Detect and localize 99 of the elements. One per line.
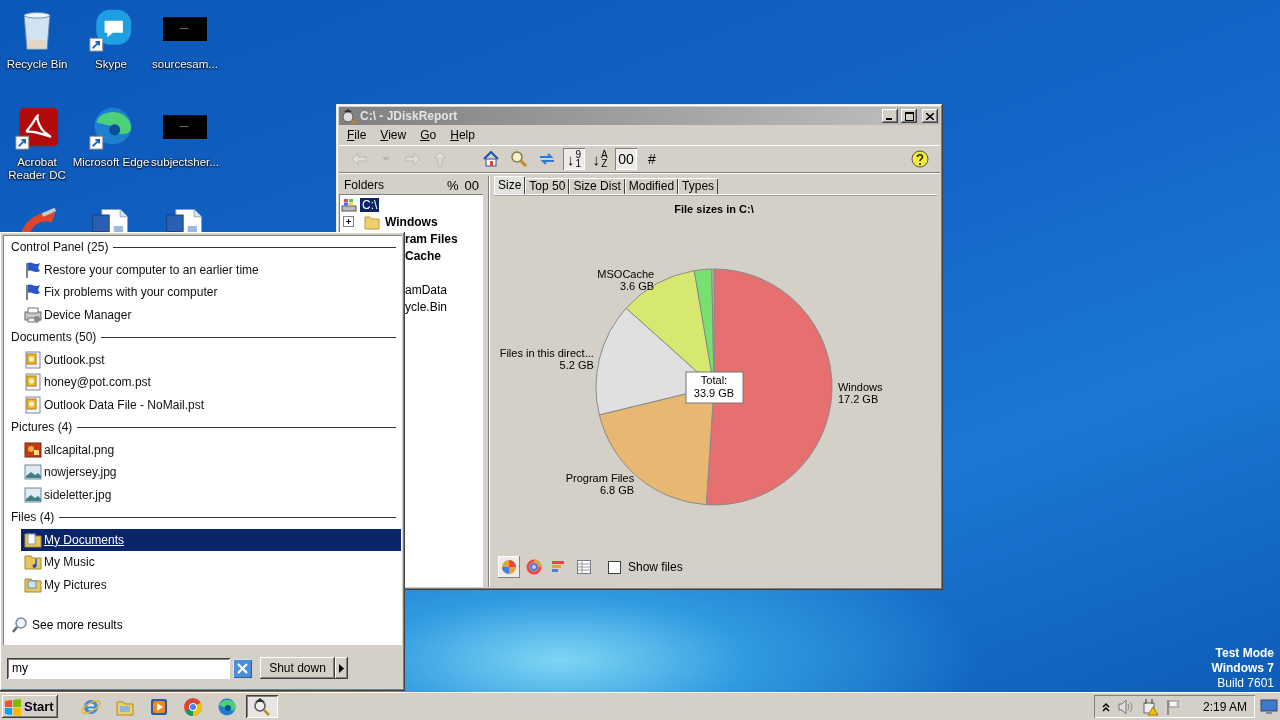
play-icon[interactable] [148,696,169,717]
search-result[interactable]: sideletter.jpg [21,483,401,506]
search-result[interactable]: Restore your computer to an earlier time [21,258,401,281]
tree-item[interactable]: amData [405,282,448,297]
tree-item[interactable]: C:\ [360,197,380,212]
search-result[interactable]: My Music [21,551,401,574]
tree-item[interactable]: Windows [385,214,438,229]
drive-icon [341,196,357,213]
file-icon [24,350,42,369]
checkbox-label[interactable]: Show files [628,560,683,574]
app-icon [341,108,357,124]
group-header: Control Panel (25) [11,240,109,255]
flag-icon[interactable] [1164,698,1181,715]
tree-item[interactable]: Cache [405,248,442,263]
search-result[interactable]: Fix problems with your computer [21,281,401,304]
file-icon [24,395,42,414]
tab[interactable]: Size Dist [569,178,625,194]
see-more-link[interactable]: See more results [3,614,402,636]
folder-icon [364,213,380,230]
expand-icon[interactable] [343,216,354,227]
panel-toggle[interactable]: 00 [464,177,479,193]
search-result[interactable]: nowjersey.jpg [21,461,401,484]
clock[interactable]: 2:19 AM [1202,699,1247,714]
menu-item[interactable]: Go [414,126,443,144]
test-mode-text: Test Mode [1215,646,1274,661]
flag-icon [24,260,42,279]
image-file-icon [24,440,42,459]
search-result[interactable]: My Documents [21,528,401,551]
group-header: Files (4) [11,510,55,525]
group-header: Documents (50) [11,330,97,345]
search-result[interactable]: My Pictures [21,573,401,596]
shutdown-button[interactable]: Shut down [260,657,335,679]
toolbar-button[interactable]: 00 [615,148,637,170]
clear-icon [237,662,248,674]
window-title: C:\ - JDiskReport [360,109,459,123]
tab[interactable]: Types [678,178,719,194]
shutdown-options-button[interactable] [335,657,348,679]
swirl-icon[interactable] [89,106,133,150]
close-icon [926,112,934,120]
chevron-up-icon[interactable] [1100,700,1111,713]
taskbar-button[interactable] [245,695,278,718]
file-icon [24,373,42,392]
search-result[interactable]: honey@pot.com.pst [21,371,401,394]
group-header: Pictures (4) [11,420,73,435]
search-result[interactable]: Outlook Data File - NoMail.pst [21,393,401,416]
slice-label: Windows 17.2 GB [837,381,883,405]
flag-icon [24,283,42,302]
panel-toggle[interactable]: % [446,177,459,193]
menu-item[interactable]: Help [444,126,481,144]
chat-app-icon[interactable] [89,8,133,52]
network-warning-icon[interactable] [1140,697,1159,716]
slice-label: Program Files 6.8 GB [565,471,635,496]
start-button[interactable]: Start [2,695,58,718]
icon-label[interactable]: sourcesam... [152,58,218,71]
image-file-icon [24,463,42,482]
icon-label[interactable]: Acrobat Reader DC [8,156,66,182]
menu-item[interactable]: File [341,126,373,144]
search-field[interactable]: my [7,657,230,679]
speaker-icon[interactable] [1116,698,1135,715]
icon-label[interactable]: subjectsher... [151,156,219,169]
total-tooltip: Total: 33.9 GB [685,371,744,404]
maximize-icon [904,111,914,121]
folder-icon [24,530,42,549]
windows-logo-icon [4,697,22,716]
icon-label[interactable]: Skype [95,58,127,71]
icon-label[interactable]: Recycle Bin [6,58,68,71]
toolbar-button[interactable]: # [641,148,663,170]
tab[interactable]: Size [494,176,526,194]
swirl-icon[interactable] [216,696,237,717]
app-logo-icon[interactable] [15,106,59,150]
show-desktop-icon[interactable] [1260,698,1278,715]
menu-item[interactable]: View [374,126,413,144]
test-mode-text: Windows 7 [1211,661,1274,676]
close-button[interactable] [922,109,938,123]
clear-button[interactable] [233,658,252,678]
tab[interactable]: Top 50 [525,178,570,194]
tab[interactable]: Modified [624,178,679,194]
caret-icon [339,663,344,673]
chart-title: File sizes in C:\ [674,203,754,215]
slice-label: MSOCache 3.6 GB [597,268,655,293]
tree-item[interactable]: ram Files [405,231,458,246]
slice-label: Files in this direct... 5.2 GB [499,346,594,371]
icon-label[interactable]: Microsoft Edge [72,156,150,169]
search-result[interactable]: Device Manager [21,303,401,326]
checkbox[interactable] [608,560,621,574]
folder-icon [24,575,42,594]
printer-icon [24,305,42,324]
tree-item[interactable]: ycle.Bin [405,299,448,314]
panel-title: Folders [344,178,385,192]
search-result[interactable]: allcapital.png [21,438,401,461]
magnifier-icon[interactable] [251,696,272,717]
minimize-button[interactable] [882,109,898,123]
music-folder-icon [24,553,42,572]
browser-icon[interactable] [182,696,203,717]
search-result[interactable]: Outlook.pst [21,348,401,371]
search-icon [11,616,29,634]
test-mode-text: Build 7601 [1217,676,1274,691]
maximize-button[interactable] [901,109,917,123]
image-file-icon [24,485,42,504]
